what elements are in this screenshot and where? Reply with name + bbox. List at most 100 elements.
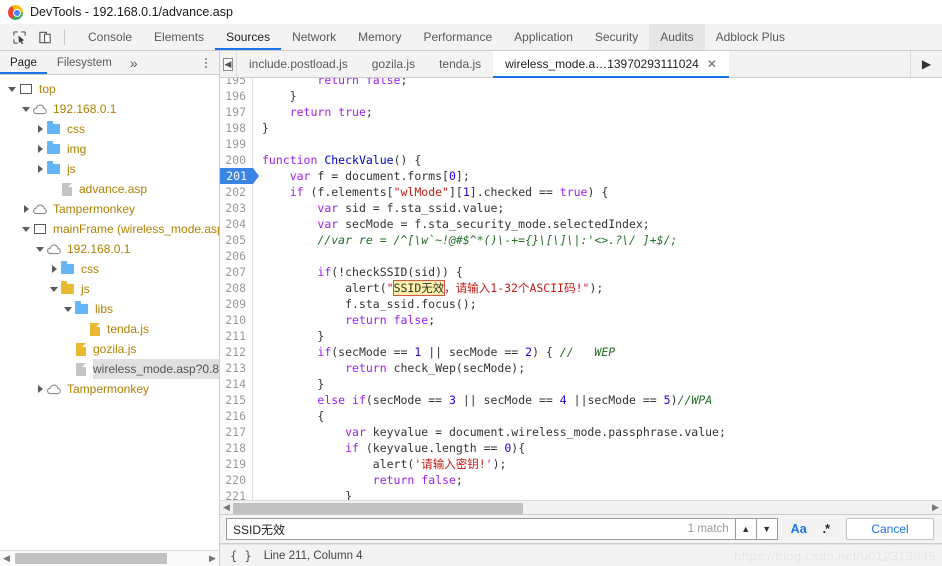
editor-tab-include-postload[interactable]: include.postload.js xyxy=(237,51,360,77)
cancel-button[interactable]: Cancel xyxy=(846,518,934,540)
code-line[interactable]: 216 { xyxy=(220,408,942,424)
code-line[interactable]: 203 var sid = f.sta_ssid.value; xyxy=(220,200,942,216)
editor-scroll-right-icon[interactable]: ▶ xyxy=(929,502,942,513)
match-case-toggle[interactable]: Aa xyxy=(788,522,810,536)
tab-audits[interactable]: Audits xyxy=(649,24,705,50)
tab-elements[interactable]: Elements xyxy=(143,24,215,50)
line-number[interactable]: 217 xyxy=(220,424,253,440)
more-options-icon[interactable] xyxy=(199,55,213,71)
device-toolbar-icon[interactable] xyxy=(34,27,56,47)
editor-tab-wireless-mode[interactable]: wireless_mode.a…13970293111024 ✕ xyxy=(493,51,729,78)
line-number[interactable]: 202 xyxy=(220,184,253,200)
disclosure-triangle-icon[interactable] xyxy=(20,219,32,239)
code-line[interactable]: 218 if (keyvalue.length == 0){ xyxy=(220,440,942,456)
code-line[interactable]: 204 var secMode = f.sta_security_mode.se… xyxy=(220,216,942,232)
code-line[interactable]: 220 return false; xyxy=(220,472,942,488)
tree-item-css[interactable]: css xyxy=(0,119,219,139)
code-line[interactable]: 207 if(!checkSSID(sid)) { xyxy=(220,264,942,280)
code-line[interactable]: 205 //var re = /^[\w`~!@#$^*()\-+={}\[\]… xyxy=(220,232,942,248)
disclosure-triangle-icon[interactable] xyxy=(48,279,60,299)
line-number[interactable]: 209 xyxy=(220,296,253,312)
tree-item-css[interactable]: css xyxy=(0,259,219,279)
line-number[interactable]: 211 xyxy=(220,328,253,344)
tree-item-img[interactable]: img xyxy=(0,139,219,159)
chevron-down-icon[interactable]: ▼ xyxy=(756,518,778,540)
code-editor[interactable]: 195 return false; 196 } 197 return true; 19… xyxy=(220,78,942,500)
scroll-tabs-left-icon[interactable]: ◀ xyxy=(220,51,237,77)
line-number[interactable]: 208 xyxy=(220,280,253,296)
line-number[interactable]: 218 xyxy=(220,440,253,456)
editor-horizontal-scrollbar[interactable]: ◀ ▶ xyxy=(220,500,942,514)
code-line[interactable]: 211 } xyxy=(220,328,942,344)
inspect-element-icon[interactable] xyxy=(8,27,30,47)
code-line[interactable]: 196 } xyxy=(220,88,942,104)
line-number[interactable]: 216 xyxy=(220,408,253,424)
tab-security[interactable]: Security xyxy=(584,24,649,50)
disclosure-triangle-icon[interactable] xyxy=(34,159,46,179)
disclosure-triangle-icon[interactable] xyxy=(34,119,46,139)
line-number[interactable]: 214 xyxy=(220,376,253,392)
code-line[interactable]: 197 return true; xyxy=(220,104,942,120)
tree-item-mainframe-wireless-mode-asp[interactable]: mainFrame (wireless_mode.asp) xyxy=(0,219,219,239)
line-number[interactable]: 221 xyxy=(220,488,253,500)
tree-item-192-168-0-1[interactable]: 192.168.0.1 xyxy=(0,239,219,259)
line-number[interactable]: 197 xyxy=(220,104,253,120)
code-line[interactable]: 219 alert('请输入密钥!'); xyxy=(220,456,942,472)
code-line[interactable]: 195 return false; xyxy=(220,78,942,88)
code-line[interactable]: 202 if (f.elements["wlMode"][1].checked … xyxy=(220,184,942,200)
tree-item-advance-asp[interactable]: advance.asp xyxy=(0,179,219,199)
close-tab-icon[interactable]: ✕ xyxy=(707,57,717,71)
tab-performance[interactable]: Performance xyxy=(412,24,503,50)
tab-adblock-plus[interactable]: Adblock Plus xyxy=(705,24,796,50)
code-line[interactable]: 212 if(secMode == 1 || secMode == 2) { /… xyxy=(220,344,942,360)
disclosure-triangle-icon[interactable] xyxy=(6,79,18,99)
tree-item-js[interactable]: js xyxy=(0,159,219,179)
tree-item-js[interactable]: js xyxy=(0,279,219,299)
tab-network[interactable]: Network xyxy=(281,24,347,50)
line-number[interactable]: 219 xyxy=(220,456,253,472)
editor-tab-gozila[interactable]: gozila.js xyxy=(360,51,427,77)
navigator-horizontal-scrollbar[interactable]: ◀ ▶ xyxy=(0,550,219,566)
code-line[interactable]: 200 function CheckValue() { xyxy=(220,152,942,168)
code-line[interactable]: 206 xyxy=(220,248,942,264)
pretty-print-icon[interactable]: { } xyxy=(230,549,252,563)
tab-memory[interactable]: Memory xyxy=(347,24,412,50)
line-number[interactable]: 213 xyxy=(220,360,253,376)
nav-tab-filesystem[interactable]: Filesystem xyxy=(47,51,122,74)
chevron-up-icon[interactable]: ▲ xyxy=(735,518,757,540)
editor-scroll-left-icon[interactable]: ◀ xyxy=(220,502,233,513)
line-number[interactable]: 215 xyxy=(220,392,253,408)
tree-item-top[interactable]: top xyxy=(0,79,219,99)
regex-toggle[interactable]: .* xyxy=(820,522,832,536)
editor-tab-tenda[interactable]: tenda.js xyxy=(427,51,493,77)
disclosure-triangle-icon[interactable] xyxy=(62,299,74,319)
navigator-scroll-track[interactable] xyxy=(13,551,206,566)
tree-item-wireless-mode-asp-0-861397[interactable]: wireless_mode.asp?0.861397 xyxy=(0,359,219,379)
code-line[interactable]: 215 else if(secMode == 3 || secMode == 4… xyxy=(220,392,942,408)
disclosure-triangle-icon[interactable] xyxy=(34,139,46,159)
line-number[interactable]: 212 xyxy=(220,344,253,360)
tree-item-tenda-js[interactable]: tenda.js xyxy=(0,319,219,339)
tree-item-libs[interactable]: libs xyxy=(0,299,219,319)
code-line[interactable]: 210 return false; xyxy=(220,312,942,328)
editor-scroll-thumb[interactable] xyxy=(233,503,523,514)
line-number[interactable]: 201 xyxy=(220,168,259,184)
disclosure-triangle-icon[interactable] xyxy=(34,239,46,259)
tree-item-gozila-js[interactable]: gozila.js xyxy=(0,339,219,359)
code-line[interactable]: 214 } xyxy=(220,376,942,392)
tree-item-tampermonkey[interactable]: Tampermonkey xyxy=(0,379,219,399)
disclosure-triangle-icon[interactable] xyxy=(48,259,60,279)
code-line[interactable]: 198} xyxy=(220,120,942,136)
disclosure-triangle-icon[interactable] xyxy=(20,199,32,219)
code-line[interactable]: 217 var keyvalue = document.wireless_mod… xyxy=(220,424,942,440)
navigator-scroll-thumb[interactable] xyxy=(15,553,167,564)
tab-application[interactable]: Application xyxy=(503,24,584,50)
code-line[interactable]: 201 var f = document.forms[0]; xyxy=(220,168,942,184)
code-line[interactable]: 199 xyxy=(220,136,942,152)
code-line[interactable]: 209 f.sta_ssid.focus(); xyxy=(220,296,942,312)
tree-item-192-168-0-1[interactable]: 192.168.0.1 xyxy=(0,99,219,119)
disclosure-triangle-icon[interactable] xyxy=(34,379,46,399)
line-number[interactable]: 207 xyxy=(220,264,253,280)
line-number[interactable]: 198 xyxy=(220,120,253,136)
line-number[interactable]: 204 xyxy=(220,216,253,232)
